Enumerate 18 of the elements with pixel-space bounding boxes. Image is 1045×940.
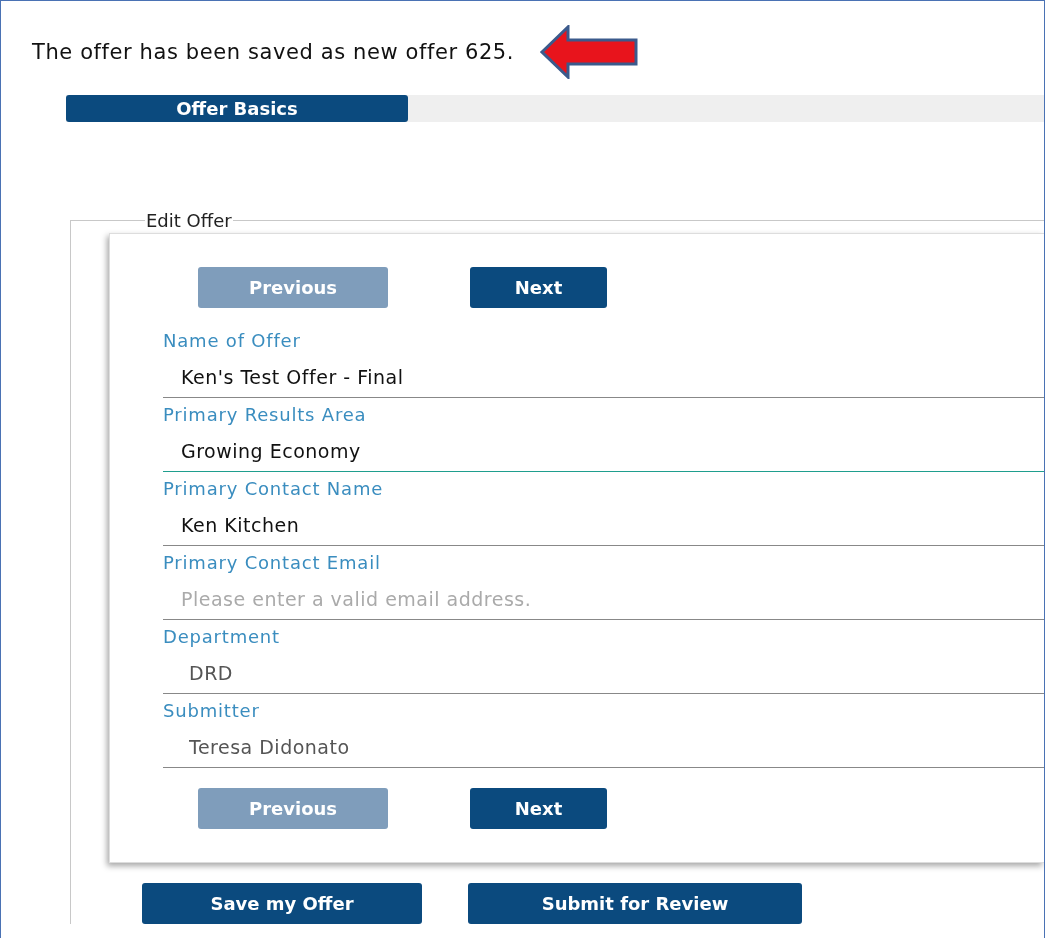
submit-button[interactable]: Submit for Review [468, 883, 802, 924]
next-button[interactable]: Next [470, 788, 607, 829]
field-label: Primary Contact Email [163, 552, 382, 574]
field-label: Primary Results Area [163, 404, 368, 426]
tab[interactable]: Offer Basics [66, 95, 408, 122]
input-field[interactable]: Ken Kitchen [163, 500, 1044, 546]
status-message: The offer has been saved as new offer 625. [32, 40, 515, 64]
save-button[interactable]: Save my Offer [142, 883, 422, 924]
group-legend: Edit Offer [145, 210, 233, 231]
field-label: Name of Offer [163, 330, 302, 352]
next-button[interactable]: Next [470, 267, 607, 308]
field-label: Primary Contact Name [163, 478, 385, 500]
input-field[interactable]: Ken's Test Offer - Final [163, 352, 1044, 398]
field-label: Submitter [163, 700, 261, 722]
input-field[interactable]: Growing Economy [163, 426, 1044, 472]
field-label: Department [163, 626, 281, 648]
input-field[interactable]: Please enter a valid email address. [163, 574, 1044, 620]
left-arrow-icon [540, 25, 639, 79]
